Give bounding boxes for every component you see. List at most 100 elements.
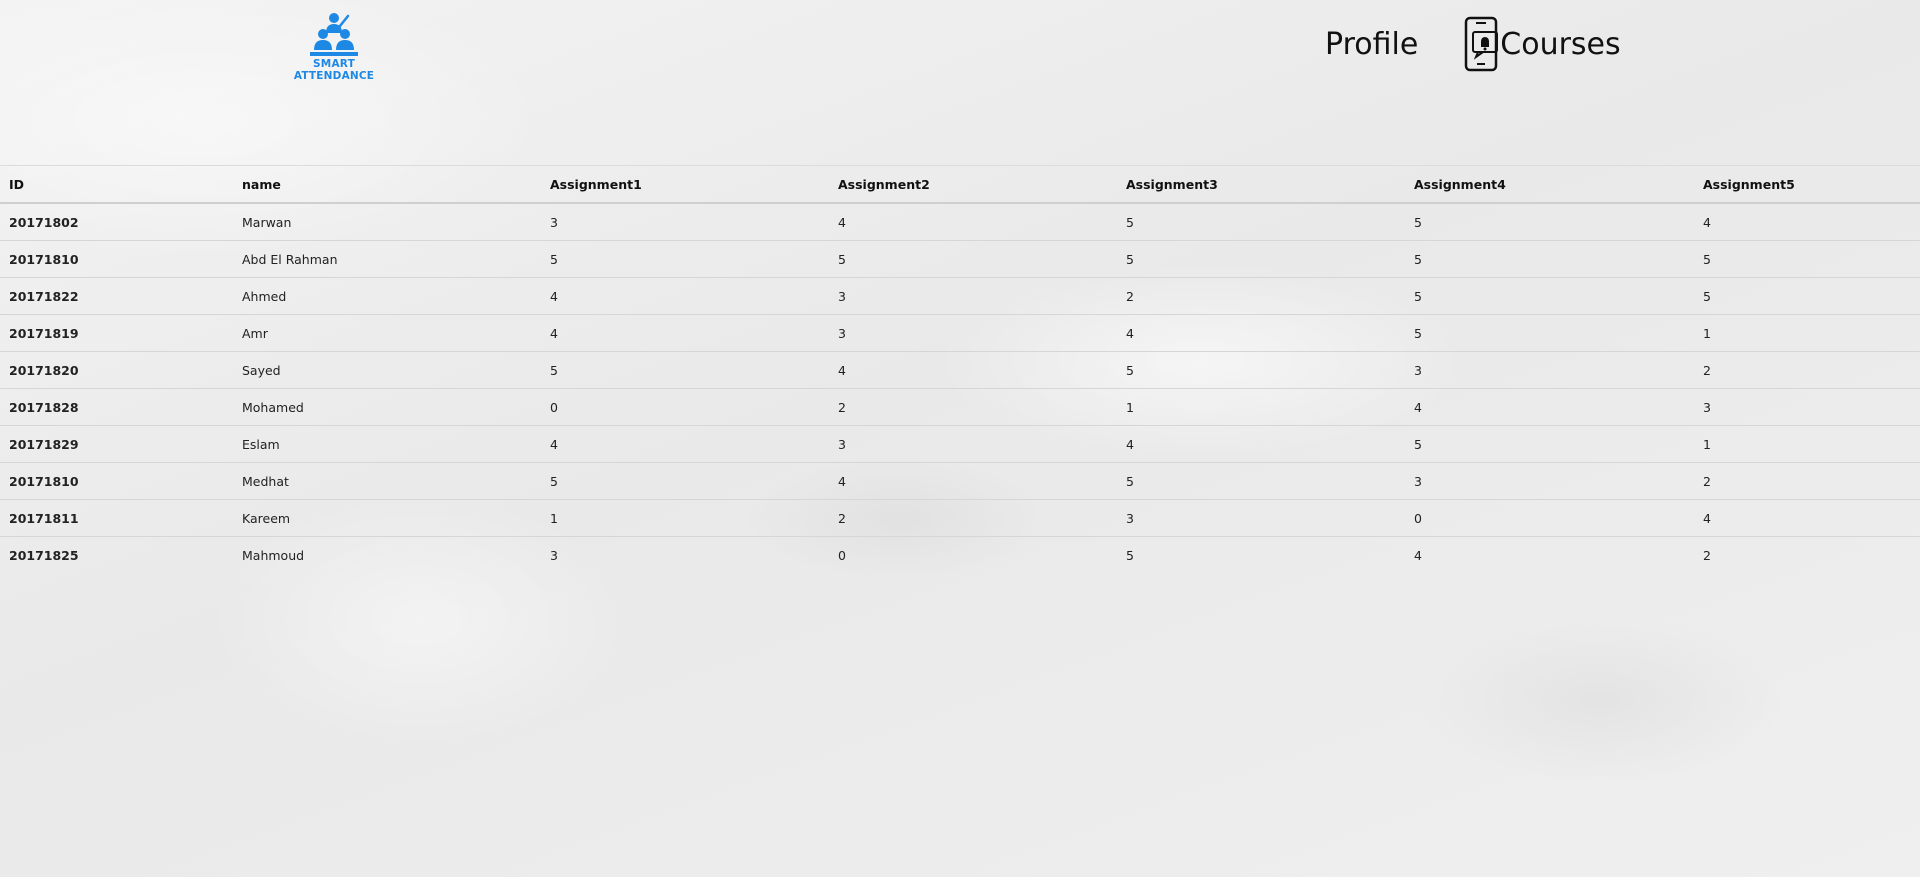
table-row[interactable]: 20171820 Sayed 5 4 5 3 2	[0, 351, 1920, 389]
cell-assignment4: 4	[1405, 388, 1694, 426]
cell-assignment1: 5	[541, 240, 829, 278]
cell-name: Kareem	[233, 499, 541, 537]
cell-assignment4: 3	[1405, 351, 1694, 389]
cell-assignment1: 0	[541, 388, 829, 426]
cell-assignment2: 4	[829, 351, 1117, 389]
cell-assignment5: 2	[1694, 351, 1920, 389]
cell-id: 20171810	[0, 462, 233, 500]
cell-assignment1: 5	[541, 351, 829, 389]
cell-assignment5: 5	[1694, 240, 1920, 278]
grades-table: ID name Assignment1 Assignment2 Assignme…	[0, 165, 1920, 573]
cell-assignment2: 4	[829, 462, 1117, 500]
logo-text-attendance: ATTENDANCE	[293, 70, 375, 82]
table-row[interactable]: 20171811 Kareem 1 2 3 0 4	[0, 499, 1920, 537]
header: SMART ATTENDANCE Profile Courses	[0, 0, 1920, 110]
nav-profile-link[interactable]: Profile	[1325, 27, 1418, 62]
cell-assignment5: 4	[1694, 202, 1920, 241]
cell-assignment4: 5	[1405, 314, 1694, 352]
cell-assignment4: 3	[1405, 462, 1694, 500]
nav-courses-label: Courses	[1500, 26, 1621, 62]
cell-name: Abd El Rahman	[233, 240, 541, 278]
table-row[interactable]: 20171822 Ahmed 4 3 2 5 5	[0, 277, 1920, 315]
cell-assignment4: 5	[1405, 425, 1694, 463]
cell-id: 20171825	[0, 536, 233, 573]
cell-id: 20171829	[0, 425, 233, 463]
cell-assignment2: 3	[829, 277, 1117, 315]
cell-assignment2: 3	[829, 314, 1117, 352]
table-row[interactable]: 20171819 Amr 4 3 4 5 1	[0, 314, 1920, 352]
header-assignment1[interactable]: Assignment1	[541, 165, 829, 204]
cell-assignment3: 5	[1117, 351, 1405, 389]
cell-assignment5: 2	[1694, 536, 1920, 573]
cell-name: Amr	[233, 314, 541, 352]
table-row[interactable]: 20171829 Eslam 4 3 4 5 1	[0, 425, 1920, 463]
cell-assignment2: 4	[829, 202, 1117, 241]
cell-id: 20171822	[0, 277, 233, 315]
cell-assignment3: 2	[1117, 277, 1405, 315]
cell-assignment1: 3	[541, 202, 829, 241]
header-id[interactable]: ID	[0, 165, 233, 204]
cell-assignment5: 5	[1694, 277, 1920, 315]
header-assignment4[interactable]: Assignment4	[1405, 165, 1694, 204]
main-nav: Profile Courses	[1325, 16, 1621, 72]
cell-id: 20171810	[0, 240, 233, 278]
cell-assignment4: 0	[1405, 499, 1694, 537]
table-header: ID name Assignment1 Assignment2 Assignme…	[0, 165, 1920, 204]
cell-id: 20171802	[0, 202, 233, 241]
cell-assignment1: 1	[541, 499, 829, 537]
cell-id: 20171819	[0, 314, 233, 352]
smart-attendance-logo[interactable]: SMART ATTENDANCE	[293, 12, 375, 82]
table-body: 20171802 Marwan 3 4 5 5 4 20171810 Abd E…	[0, 202, 1920, 573]
cell-assignment5: 4	[1694, 499, 1920, 537]
cell-assignment5: 3	[1694, 388, 1920, 426]
cell-assignment2: 2	[829, 499, 1117, 537]
header-assignment5[interactable]: Assignment5	[1694, 165, 1920, 204]
cell-name: Marwan	[233, 202, 541, 241]
table-row[interactable]: 20171802 Marwan 3 4 5 5 4	[0, 202, 1920, 241]
cell-assignment3: 3	[1117, 499, 1405, 537]
cell-assignment4: 5	[1405, 202, 1694, 241]
cell-assignment2: 5	[829, 240, 1117, 278]
cell-assignment4: 5	[1405, 240, 1694, 278]
table-row[interactable]: 20171810 Abd El Rahman 5 5 5 5 5	[0, 240, 1920, 278]
cell-name: Ahmed	[233, 277, 541, 315]
header-name[interactable]: name	[233, 165, 541, 204]
cell-assignment3: 4	[1117, 425, 1405, 463]
cell-assignment4: 5	[1405, 277, 1694, 315]
table-row[interactable]: 20171828 Mohamed 0 2 1 4 3	[0, 388, 1920, 426]
cell-assignment4: 4	[1405, 536, 1694, 573]
cell-assignment2: 3	[829, 425, 1117, 463]
classroom-logo-icon	[310, 13, 358, 56]
table-header-row: ID name Assignment1 Assignment2 Assignme…	[0, 165, 1920, 204]
cell-assignment3: 5	[1117, 462, 1405, 500]
cell-assignment3: 5	[1117, 240, 1405, 278]
nav-courses-link[interactable]: Courses	[1464, 16, 1621, 72]
cell-assignment3: 4	[1117, 314, 1405, 352]
cell-name: Mahmoud	[233, 536, 541, 573]
cell-name: Medhat	[233, 462, 541, 500]
cell-assignment2: 2	[829, 388, 1117, 426]
cell-assignment1: 3	[541, 536, 829, 573]
cell-assignment1: 4	[541, 314, 829, 352]
cell-assignment3: 5	[1117, 202, 1405, 241]
cell-name: Eslam	[233, 425, 541, 463]
cell-assignment2: 0	[829, 536, 1117, 573]
phone-notification-icon	[1465, 16, 1499, 72]
cell-assignment5: 1	[1694, 314, 1920, 352]
cell-name: Sayed	[233, 351, 541, 389]
cell-assignment3: 1	[1117, 388, 1405, 426]
logo-text-smart: SMART	[313, 58, 355, 70]
cell-assignment1: 4	[541, 425, 829, 463]
cell-id: 20171828	[0, 388, 233, 426]
table-row[interactable]: 20171825 Mahmoud 3 0 5 4 2	[0, 536, 1920, 573]
cell-id: 20171811	[0, 499, 233, 537]
table-row[interactable]: 20171810 Medhat 5 4 5 3 2	[0, 462, 1920, 500]
header-assignment3[interactable]: Assignment3	[1117, 165, 1405, 204]
cell-name: Mohamed	[233, 388, 541, 426]
header-assignment2[interactable]: Assignment2	[829, 165, 1117, 204]
cell-assignment5: 1	[1694, 425, 1920, 463]
cell-id: 20171820	[0, 351, 233, 389]
cell-assignment1: 4	[541, 277, 829, 315]
cell-assignment1: 5	[541, 462, 829, 500]
cell-assignment5: 2	[1694, 462, 1920, 500]
